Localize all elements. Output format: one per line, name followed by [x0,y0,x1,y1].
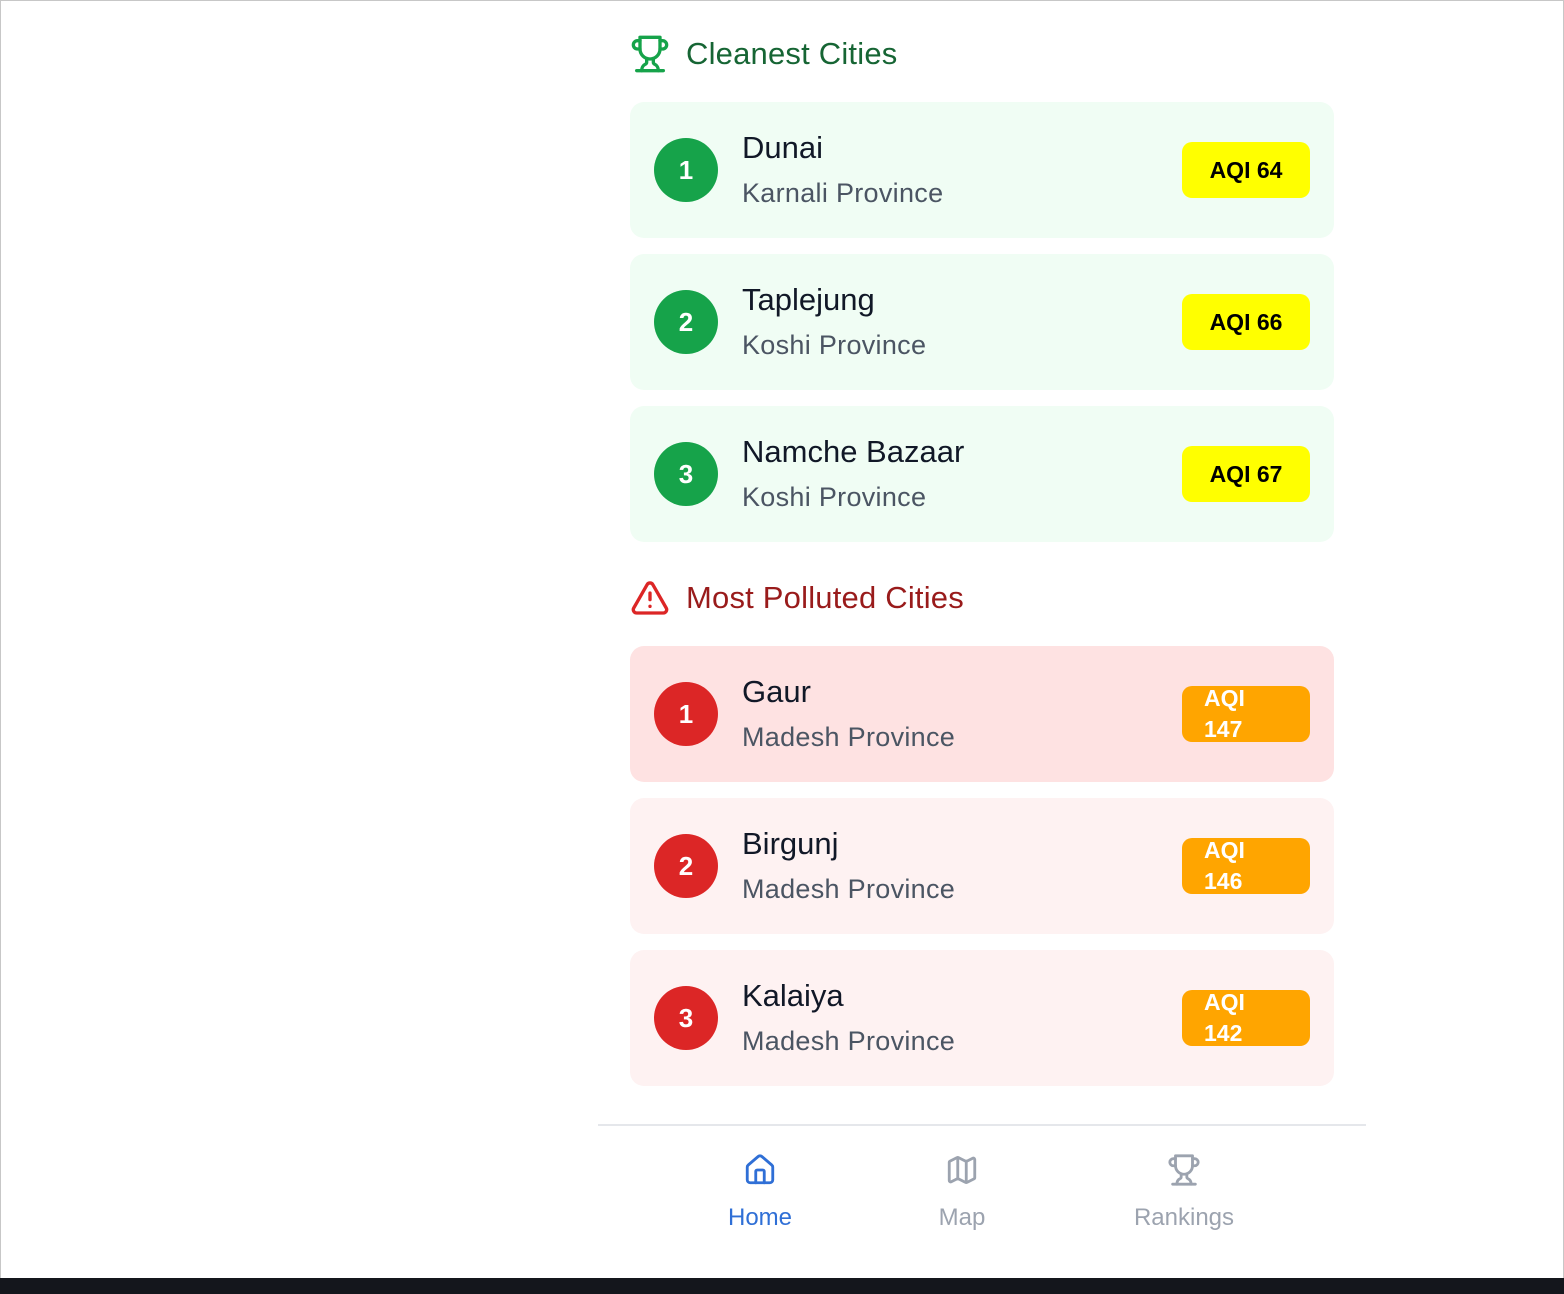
city-name: Dunai [742,130,823,165]
aqi-badge: AQI 64 [1182,142,1310,198]
province-name: Madesh Province [742,1026,956,1056]
aqi-badge: AQI 66 [1182,294,1310,350]
city-name: Gaur [742,674,811,709]
province-name: Madesh Province [742,722,956,752]
rank-badge: 1 [654,138,718,202]
city-name: Taplejung [742,282,875,317]
trophy-icon [630,34,670,74]
city-card[interactable]: 1 Gaur Madesh Province AQI 147 [630,646,1334,782]
city-card[interactable]: 2 Taplejung Koshi Province AQI 66 [630,254,1334,390]
rank-badge: 3 [654,442,718,506]
rank-badge: 2 [654,290,718,354]
nav-home[interactable]: Home [660,1150,860,1232]
city-name: Kalaiya [742,978,844,1013]
map-icon [942,1150,982,1190]
bottom-nav-divider [598,1124,1366,1126]
city-name: Namche Bazaar [742,434,965,469]
province-name: Koshi Province [742,330,927,360]
city-name: Birgunj [742,826,839,861]
aqi-badge: AQI 142 [1182,990,1310,1046]
section-title: Most Polluted Cities [686,580,964,615]
trophy-icon [1164,1150,1204,1190]
section-title: Cleanest Cities [686,36,898,71]
city-card[interactable]: 2 Birgunj Madesh Province AQI 146 [630,798,1334,934]
aqi-badge: AQI 67 [1182,446,1310,502]
rank-badge: 3 [654,986,718,1050]
bottom-bar [0,1278,1564,1294]
home-icon [740,1150,780,1190]
province-name: Madesh Province [742,874,956,904]
province-name: Koshi Province [742,482,927,512]
cleanest-cities-header: Cleanest Cities [630,32,897,76]
most-polluted-header: Most Polluted Cities [630,576,964,620]
aqi-badge: AQI 147 [1182,686,1310,742]
province-name: Karnali Province [742,178,944,208]
city-card[interactable]: 3 Kalaiya Madesh Province AQI 142 [630,950,1334,1086]
city-card[interactable]: 3 Namche Bazaar Koshi Province AQI 67 [630,406,1334,542]
nav-map[interactable]: Map [862,1150,1062,1232]
nav-label: Map [938,1204,986,1231]
city-card[interactable]: 1 Dunai Karnali Province AQI 64 [630,102,1334,238]
nav-label: Rankings [1133,1204,1235,1231]
nav-rankings[interactable]: Rankings [1084,1150,1284,1232]
aqi-badge: AQI 146 [1182,838,1310,894]
warning-triangle-icon [630,578,670,618]
rank-badge: 1 [654,682,718,746]
nav-label: Home [727,1204,793,1231]
rank-badge: 2 [654,834,718,898]
